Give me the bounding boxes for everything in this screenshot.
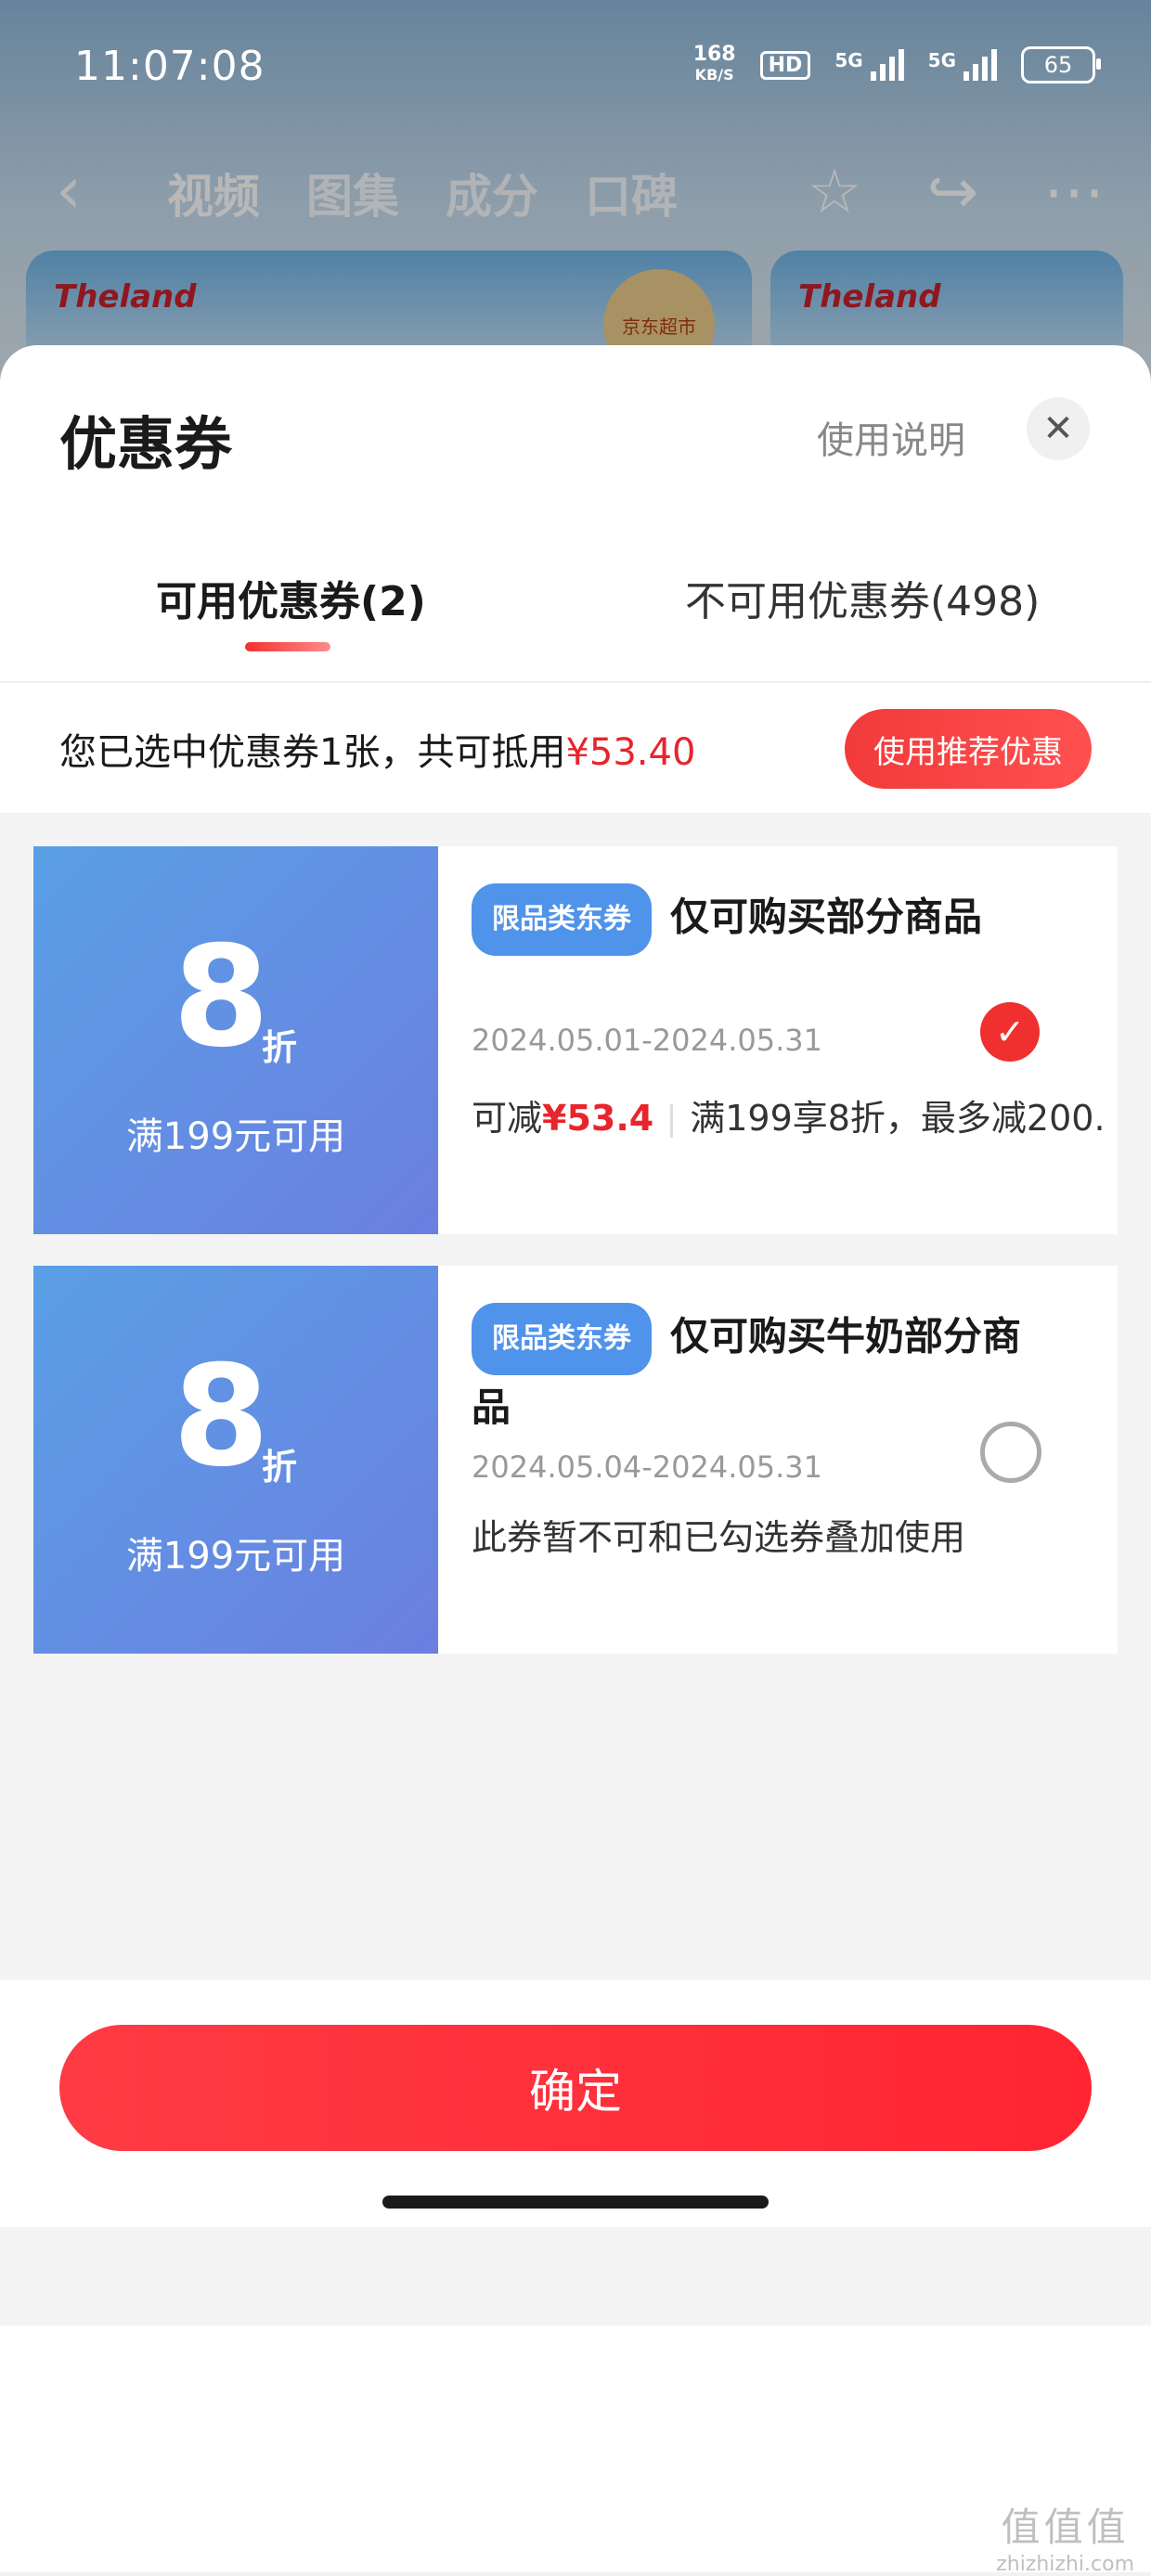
coupon-title: 限品类东券 仅可购买牛奶部分商品 <box>472 1303 1038 1440</box>
network-speed-value: 168 <box>692 43 736 66</box>
coupon-type-badge: 限品类东券 <box>472 883 652 956</box>
coupon-condition: 满199元可用 <box>125 1535 346 1578</box>
divider <box>670 1103 674 1138</box>
active-tab-indicator <box>245 642 330 651</box>
coupon-condition: 满199元可用 <box>125 1115 346 1158</box>
summary-amount: ¥53.40 <box>565 731 696 774</box>
summary-label: 您已选中优惠券1张，共可抵用 <box>59 731 566 774</box>
selection-summary: 您已选中优惠券1张，共可抵用¥53.40 使用推荐优惠 <box>0 683 1151 813</box>
use-recommended-button[interactable]: 使用推荐优惠 <box>845 709 1092 789</box>
confirm-button[interactable]: 确定 <box>59 2025 1092 2151</box>
tab-available-coupons[interactable]: 可用优惠券(2) <box>156 568 426 627</box>
coupon-title: 限品类东券 仅可购买部分商品 <box>472 883 1038 956</box>
coupon-info: 限品类东券 仅可购买牛奶部分商品 2024.05.04-2024.05.31 此券… <box>438 1266 1118 1654</box>
discount-unit: 折 <box>262 1447 298 1488</box>
hd-icon: HD <box>759 50 811 80</box>
status-icons: 168 KB/S HD 5G 5G 65 <box>693 45 1101 85</box>
network-speed: 168 KB/S <box>693 45 736 85</box>
signal-label: 5G <box>927 49 956 71</box>
coupon-info: 限品类东券 仅可购买部分商品 2024.05.01-2024.05.31 可减¥5… <box>438 846 1118 1234</box>
checkmark-selected-icon[interactable]: ✓ <box>980 1002 1040 1062</box>
status-bar: 11:07:08 168 KB/S HD 5G 5G 65 <box>0 0 1151 130</box>
discount-unit: 折 <box>262 1027 298 1068</box>
discount-value: 8 <box>173 917 270 1078</box>
coupon-card[interactable]: 8 折 满199元可用 限品类东券 仅可购买部分商品 2024.05.01-202… <box>26 846 1118 1234</box>
sheet-title: 优惠券 <box>59 410 233 478</box>
coupon-validity: 2024.05.01-2024.05.31 <box>472 1023 822 1058</box>
coupon-sheet: 优惠券 使用说明 ✕ 可用优惠券(2) 不可用优惠券(498) 您已选中优惠券1… <box>0 345 1151 2572</box>
battery-icon: 65 <box>1021 46 1101 84</box>
coupon-tabs: 可用优惠券(2) 不可用优惠券(498) <box>0 568 1151 679</box>
coupon-description: 可减¥53.4 满199享8折，最多减200... <box>472 1089 1103 1140</box>
coupon-value-panel: 8 折 满199元可用 <box>26 1266 438 1654</box>
coupon-type-badge: 限品类东券 <box>472 1303 652 1375</box>
discount-value: 8 <box>173 1336 270 1498</box>
network-speed-unit: KB/S <box>694 66 734 84</box>
bottom-bar: 确定 <box>0 1980 1151 2227</box>
save-amount: ¥53.4 <box>542 1098 654 1139</box>
radio-unselected-icon[interactable] <box>980 1422 1041 1483</box>
signal-icon: 5G <box>834 49 904 81</box>
coupon-validity: 2024.05.04-2024.05.31 <box>472 1449 822 1485</box>
usage-instructions-link[interactable]: 使用说明 <box>817 410 965 464</box>
desc-prefix: 可减 <box>472 1098 543 1139</box>
coupon-card[interactable]: 8 折 满199元可用 限品类东券 仅可购买牛奶部分商品 2024.05.04-2… <box>26 1266 1118 1654</box>
watermark: 值值值 zhizhizhi.com <box>996 2496 1134 2576</box>
close-icon[interactable]: ✕ <box>1027 397 1090 460</box>
watermark-logo: 值值值 <box>1001 2505 1130 2550</box>
home-indicator[interactable] <box>382 2196 769 2209</box>
coupon-value-panel: 8 折 满199元可用 <box>26 846 438 1234</box>
coupon-description: 此券暂不可和已勾选券叠加使用 <box>472 1517 966 1558</box>
signal-label: 5G <box>834 49 863 71</box>
tab-unavailable-coupons[interactable]: 不可用优惠券(498) <box>685 568 1040 627</box>
signal-icon: 5G <box>928 49 997 81</box>
desc-suffix: 满199享8折，最多减200... <box>690 1098 1103 1139</box>
coupon-title-text: 仅可购买部分商品 <box>670 894 983 940</box>
watermark-url: zhizhizhi.com <box>996 2553 1134 2576</box>
clock: 11:07:08 <box>74 43 265 90</box>
summary-text: 您已选中优惠券1张，共可抵用¥53.40 <box>59 722 695 776</box>
